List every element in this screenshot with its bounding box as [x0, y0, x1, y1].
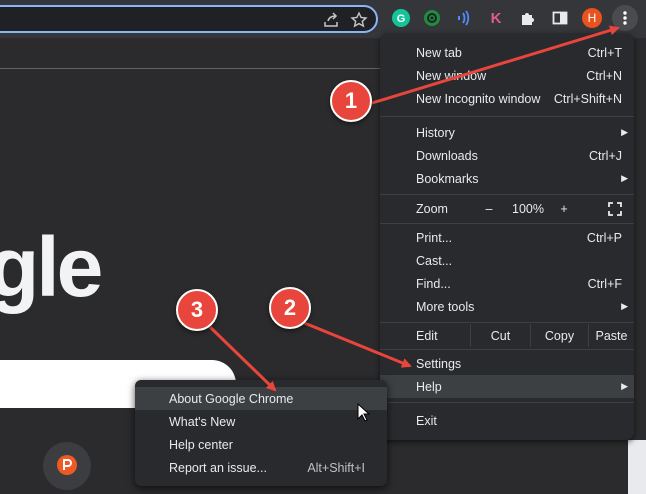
- arrow-step-1: [371, 25, 620, 105]
- step-badge-1: 1: [330, 80, 372, 122]
- step-badge-3: 3: [176, 289, 218, 331]
- arrow-step-3: [208, 325, 277, 392]
- arrow-step-2: [301, 320, 412, 368]
- step-badge-2: 2: [269, 287, 311, 329]
- annotation-arrows: [208, 25, 620, 392]
